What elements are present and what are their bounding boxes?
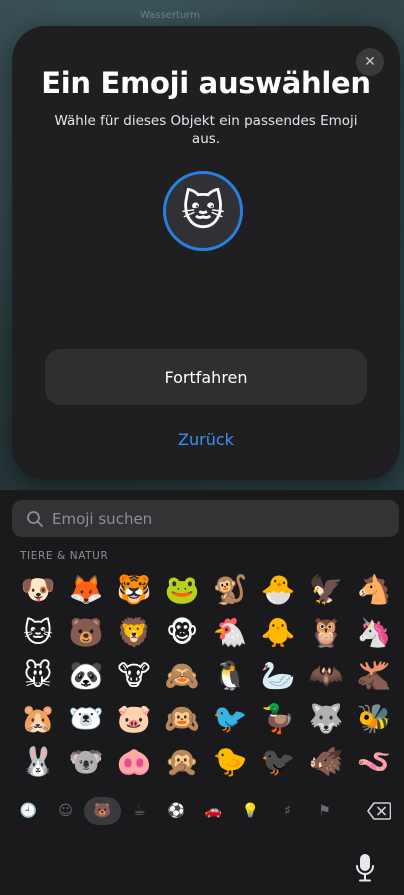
activity-icon: ⚽	[167, 803, 186, 819]
emoji-key[interactable]: 🐦‍⬛	[254, 740, 302, 783]
emoji-key[interactable]: 🙈	[158, 654, 206, 697]
emoji-key[interactable]: 🦊	[62, 568, 110, 611]
emoji-key[interactable]: 🦢	[254, 654, 302, 697]
dialog-subtitle: Wähle für dieses Objekt ein passendes Em…	[54, 113, 358, 147]
map-label: Wasserturm	[140, 10, 200, 21]
category-recent-icon[interactable]: 🕘	[10, 797, 47, 825]
flags-icon: ⚑	[318, 803, 331, 819]
emoji-key[interactable]: 🐯	[110, 568, 158, 611]
recent-icon: 🕘	[19, 803, 38, 819]
emoji-key[interactable]: 🐱	[14, 611, 62, 654]
selected-emoji-preview[interactable]: 🐱	[163, 171, 243, 251]
emoji-key[interactable]: 🐴	[350, 568, 398, 611]
emoji-key[interactable]: 🐥	[254, 611, 302, 654]
emoji-picker-sheet: ✕ Ein Emoji auswählen Wähle für dieses O…	[12, 26, 400, 480]
smileys-icon: ☺	[58, 803, 73, 819]
emoji-search-field[interactable]: Emoji suchen	[12, 500, 399, 537]
emoji-key[interactable]: 🐨	[62, 740, 110, 783]
back-button[interactable]: Zurück	[12, 430, 400, 449]
cat-face-emoji: 🐱	[181, 186, 225, 235]
page-title: Ein Emoji auswählen	[41, 66, 371, 100]
continue-button[interactable]: Fortfahren	[45, 349, 367, 405]
section-label: TIERE & NATUR	[20, 550, 109, 562]
emoji-key[interactable]: 🐝	[350, 697, 398, 740]
emoji-key[interactable]: 🙊	[158, 740, 206, 783]
emoji-key[interactable]: 🦆	[254, 697, 302, 740]
emoji-key[interactable]: 🦇	[302, 654, 350, 697]
emoji-key[interactable]: 🐣	[254, 568, 302, 611]
emoji-key[interactable]: 🐻‍❄️	[62, 697, 110, 740]
travel-icon: 🚗	[204, 803, 223, 819]
delete-button[interactable]	[364, 799, 394, 823]
objects-icon: 💡	[241, 803, 260, 819]
emoji-key[interactable]: 🐽	[110, 740, 158, 783]
emoji-key[interactable]: 🙉	[158, 697, 206, 740]
symbols-icon: ♯	[284, 803, 291, 819]
emoji-key[interactable]: 🐷	[110, 697, 158, 740]
emoji-key[interactable]: 🐵	[158, 611, 206, 654]
category-objects-icon[interactable]: 💡	[232, 797, 269, 825]
search-placeholder: Emoji suchen	[52, 509, 153, 528]
category-symbols-icon[interactable]: ♯	[269, 797, 306, 825]
emoji-key[interactable]: 🦁	[110, 611, 158, 654]
emoji-key[interactable]: 🐹	[14, 697, 62, 740]
category-flags-icon[interactable]: ⚑	[306, 797, 343, 825]
emoji-key[interactable]: 🐤	[206, 740, 254, 783]
emoji-key[interactable]: 🐭	[14, 654, 62, 697]
emoji-keyboard: Emoji suchen TIERE & NATUR 🐶 🦊 🐯 🐸 🐒 🐣 🦅 🐴 🐱 🐻 🦁 🐵 🐔…	[0, 490, 404, 895]
emoji-key[interactable]: 🦄	[350, 611, 398, 654]
emoji-key[interactable]: 🪱	[350, 740, 398, 783]
emoji-key[interactable]: 🐶	[14, 568, 62, 611]
emoji-key[interactable]: 🐰	[14, 740, 62, 783]
emoji-key[interactable]: 🦅	[302, 568, 350, 611]
emoji-key[interactable]: 🐺	[302, 697, 350, 740]
category-bar: 🕘 ☺ 🐻 ☕ ⚽ 🚗 💡 ♯ ⚑	[10, 796, 398, 826]
category-animals-icon[interactable]: 🐻	[84, 797, 121, 825]
emoji-key[interactable]: 🫎	[350, 654, 398, 697]
emoji-key[interactable]: 🐦	[206, 697, 254, 740]
category-food-icon[interactable]: ☕	[121, 797, 158, 825]
emoji-key[interactable]: 🐒	[206, 568, 254, 611]
animals-icon: 🐻	[93, 803, 112, 819]
search-icon	[27, 510, 43, 527]
category-activity-icon[interactable]: ⚽	[158, 797, 195, 825]
emoji-key[interactable]: 🐸	[158, 568, 206, 611]
emoji-key[interactable]: 🐗	[302, 740, 350, 783]
emoji-key[interactable]: 🐮	[110, 654, 158, 697]
emoji-key[interactable]: 🐻	[62, 611, 110, 654]
emoji-key[interactable]: 🐧	[206, 654, 254, 697]
category-travel-icon[interactable]: 🚗	[195, 797, 232, 825]
emoji-grid: 🐶 🦊 🐯 🐸 🐒 🐣 🦅 🐴 🐱 🐻 🦁 🐵 🐔 🐥 🦉 🦄 🐭 🐼 🐮 🙈 🐧 🦢 🦇 🫎 🐹 🐻‍❄️ 🐷 🙉 🐦 🦆 🐺 🐝 🐰 🐨 🐽 🙊 🐤…	[14, 568, 402, 783]
category-smileys-icon[interactable]: ☺	[47, 797, 84, 825]
food-icon: ☕	[133, 803, 146, 819]
emoji-key[interactable]: 🐼	[62, 654, 110, 697]
dictation-button[interactable]	[348, 850, 382, 886]
emoji-key[interactable]: 🐔	[206, 611, 254, 654]
microphone-icon	[356, 854, 374, 882]
emoji-key[interactable]: 🦉	[302, 611, 350, 654]
delete-backspace-icon	[367, 802, 391, 820]
